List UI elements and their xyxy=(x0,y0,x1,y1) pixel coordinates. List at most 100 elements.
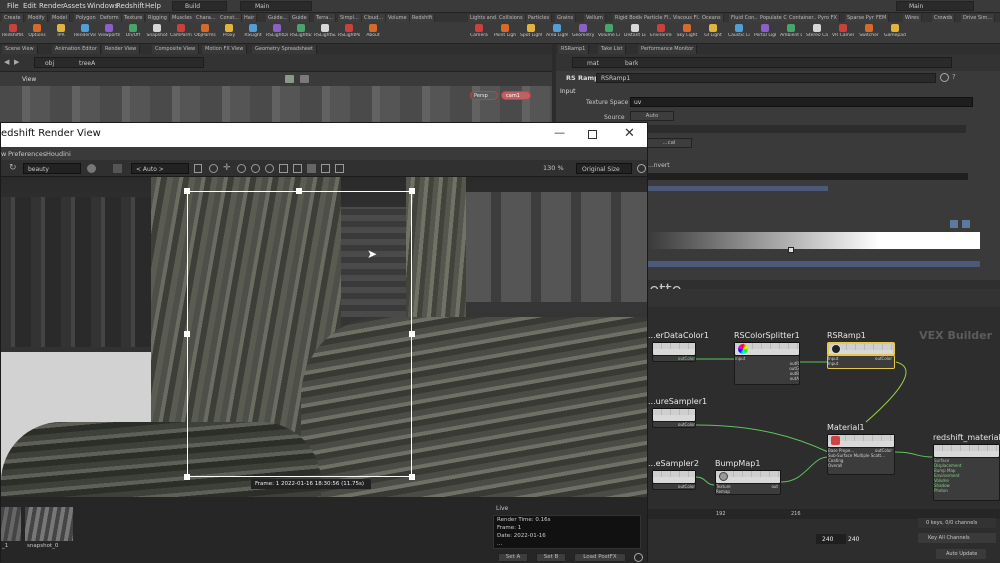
shelf-tool-15[interactable]: About xyxy=(362,23,384,43)
shelf-tab-right-17[interactable]: Drive Sim... xyxy=(961,14,996,22)
region-handle-bl[interactable] xyxy=(184,474,190,480)
grid-icon[interactable] xyxy=(293,164,302,173)
node-userdatacolor[interactable] xyxy=(652,342,696,356)
node-texsampler2[interactable] xyxy=(652,470,696,484)
left-pane-tab-1[interactable]: Animation Editor xyxy=(52,45,101,54)
node-texsampler1[interactable] xyxy=(652,408,696,422)
render-image[interactable]: ➤ Frame: 1 2022-01-16 18:30:56 (11.75s) xyxy=(1,177,647,497)
light-tool-16[interactable]: Gamepad Camera xyxy=(884,23,906,43)
split-icon[interactable] xyxy=(321,164,330,173)
focus-icon[interactable] xyxy=(209,164,218,173)
lock-icon[interactable] xyxy=(194,164,202,173)
shelf-tab-14[interactable]: Simpl... xyxy=(338,14,362,22)
light-tool-9[interactable]: GI Light xyxy=(702,23,724,43)
render-region-box[interactable] xyxy=(187,191,412,477)
shelf-tab-17[interactable]: Redshift xyxy=(410,14,436,22)
right-pane-tab-1[interactable]: Take List xyxy=(598,45,627,54)
menu-file[interactable]: File xyxy=(7,2,19,10)
pin-photon[interactable]: Photon xyxy=(934,488,999,493)
menu-windows[interactable]: Windows xyxy=(87,2,118,10)
light-tool-13[interactable]: Stereo Camera xyxy=(806,23,828,43)
light-tool-12[interactable]: Ambient Light xyxy=(780,23,802,43)
shelf-tab-right-15[interactable]: Wires xyxy=(903,14,922,22)
load-postfx-button[interactable]: Load PostFX xyxy=(574,553,626,562)
shelf-tool-12[interactable]: RSLightIES xyxy=(290,23,312,43)
layout-icon[interactable] xyxy=(335,164,344,173)
left-path-field[interactable]: obj treeA xyxy=(34,57,204,68)
right-pane-tab-0[interactable]: RSRamp1 xyxy=(558,45,590,54)
menu-assets[interactable]: Assets xyxy=(63,2,86,10)
rv-menu-preferences[interactable]: Preferences xyxy=(8,150,46,158)
camera-icon[interactable] xyxy=(300,75,309,83)
right-pane-tab-2[interactable]: Performance Monitor xyxy=(638,45,698,54)
source-dropdown[interactable]: Auto xyxy=(630,111,674,121)
shelf-tab-8[interactable]: Chara... xyxy=(194,14,219,22)
shelf-tab-0[interactable]: Create xyxy=(2,14,24,22)
ramp-key-handle[interactable] xyxy=(788,247,794,253)
end-frame-field[interactable]: 240 xyxy=(816,534,846,544)
light-tool-15[interactable]: Switcher xyxy=(858,23,880,43)
shelf-tab-5[interactable]: Texture xyxy=(122,14,146,22)
maximize-icon[interactable] xyxy=(588,130,597,139)
left-pane-tab-3[interactable]: Composite View xyxy=(152,45,200,54)
shelf-tab-11[interactable]: Guide... xyxy=(266,14,291,22)
interpolation-dropdown[interactable]: ...cal xyxy=(646,138,692,148)
light-tool-2[interactable]: Spot Light xyxy=(520,23,542,43)
gear-icon[interactable] xyxy=(940,73,949,82)
shelf-tab-12[interactable]: Guide xyxy=(290,14,310,22)
shelf-tool-4[interactable]: ViewportIPR xyxy=(98,23,120,43)
param-slider-row[interactable] xyxy=(646,125,966,133)
snapshot-icon[interactable] xyxy=(87,164,96,173)
display-icon[interactable] xyxy=(285,75,294,83)
light-tool-5[interactable]: Volume Light xyxy=(598,23,620,43)
crop-icon[interactable] xyxy=(279,164,288,173)
desktop-main-select[interactable]: Main xyxy=(240,1,312,11)
region-handle-r[interactable] xyxy=(409,331,415,337)
aov-dropdown[interactable]: beauty xyxy=(23,163,81,174)
rv-gear-icon[interactable] xyxy=(637,164,646,173)
shelf-tool-13[interactable]: RSLightSun xyxy=(314,23,336,43)
shelf-tab-1[interactable]: Modify xyxy=(26,14,48,22)
region-handle-br[interactable] xyxy=(409,474,415,480)
close-icon[interactable]: ✕ xyxy=(624,126,636,141)
shelf-tool-8[interactable]: ObjParms xyxy=(194,23,216,43)
menu-edit[interactable]: Edit xyxy=(23,2,37,10)
desktop-build-select[interactable]: Build xyxy=(172,1,227,11)
persp-menu[interactable]: Persp xyxy=(470,91,498,100)
snapshot-thumb-1[interactable] xyxy=(1,507,21,541)
scene-viewport[interactable]: Persp cam1 xyxy=(0,86,552,122)
set-a-button[interactable]: Set A xyxy=(498,553,528,562)
color-icon[interactable] xyxy=(113,164,122,173)
shelf-tab-16[interactable]: Volume xyxy=(386,14,410,22)
menu-help[interactable]: Help xyxy=(145,2,161,10)
camera-menu[interactable]: cam1 xyxy=(501,91,531,100)
light-tool-8[interactable]: Sky Light xyxy=(676,23,698,43)
shelf-tab-right-16[interactable]: Crowds xyxy=(932,14,956,22)
pin-ramp-outcolor[interactable]: outColor xyxy=(875,356,892,361)
shelf-tool-5[interactable]: On/Off xyxy=(122,23,144,43)
node-name-field[interactable]: RSRamp1 xyxy=(596,73,936,83)
shelf-tab-right-4[interactable]: Vellum xyxy=(584,14,606,22)
right-path-field[interactable]: mat bark xyxy=(572,57,952,68)
shelf-tool-14[interactable]: RSLightPortal xyxy=(338,23,360,43)
snapshot-thumb-0[interactable] xyxy=(25,507,73,541)
node-rsmaterial[interactable] xyxy=(933,444,1000,458)
rv-menu-houdini[interactable]: Houdini xyxy=(46,150,71,158)
pin-tex2-outcolor[interactable]: outColor xyxy=(653,484,695,489)
texture-space-field[interactable]: uv xyxy=(630,97,973,107)
back-icon[interactable]: ◀ xyxy=(4,58,12,66)
shelf-tab-right-1[interactable]: Collisions xyxy=(497,14,526,22)
right-desktop-select[interactable]: Main xyxy=(896,1,974,11)
shelf-tab-2[interactable]: Model xyxy=(50,14,71,22)
pin-outcolor[interactable]: outColor xyxy=(653,356,695,361)
left-pane-tab-2[interactable]: Render View xyxy=(102,45,141,54)
pick-icon[interactable] xyxy=(251,164,260,173)
light-tool-3[interactable]: Area Light xyxy=(546,23,568,43)
ramp-position-slider[interactable] xyxy=(648,261,980,267)
size-dropdown[interactable]: Original Size xyxy=(576,163,632,174)
bottom-gear-icon[interactable] xyxy=(634,553,643,562)
light-tool-1[interactable]: Point Light xyxy=(494,23,516,43)
pin-remap[interactable]: Remap xyxy=(716,489,780,494)
target-icon[interactable] xyxy=(237,164,246,173)
shelf-tool-7[interactable]: CamParms xyxy=(170,23,192,43)
